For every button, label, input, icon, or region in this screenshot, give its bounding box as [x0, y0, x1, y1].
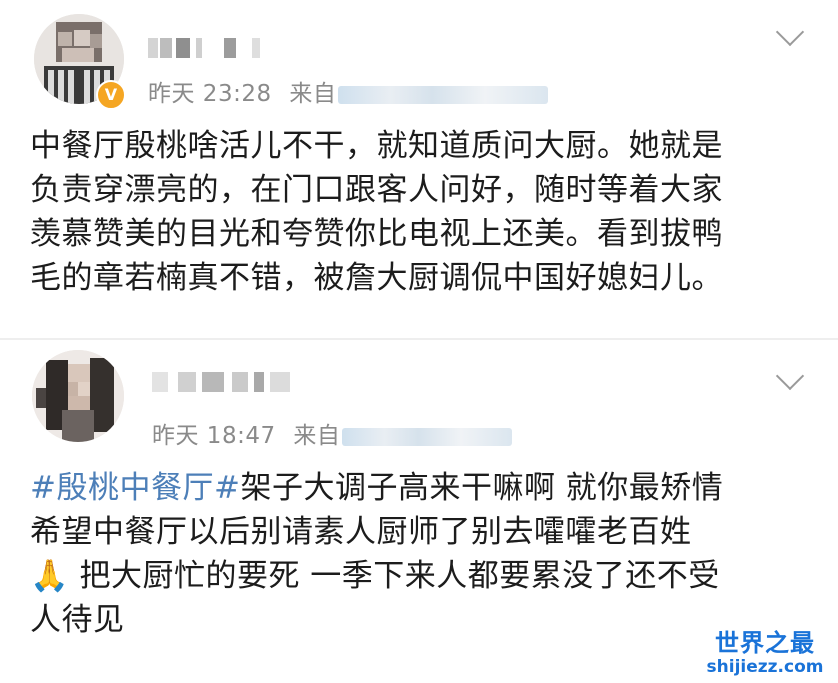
watermark-url: shijiezz.com — [706, 657, 824, 677]
post-meta: 昨天 18:47 来自 — [152, 416, 513, 450]
verified-badge-icon: V — [96, 80, 126, 110]
post-content: #殷桃中餐厅#架子大调子高来干嘛啊 就你最矫情 希望中餐厅以后别请素人厨师了别去… — [30, 466, 810, 642]
source-label: 来自 — [289, 81, 337, 107]
post-meta: 昨天 23:28 来自 — [148, 74, 549, 108]
watermark-title: 世界之最 — [715, 629, 815, 657]
username-redacted[interactable] — [148, 38, 288, 58]
hashtag-link[interactable]: #殷桃中餐厅# — [30, 470, 240, 506]
avatar-image — [32, 350, 124, 442]
avatar[interactable] — [32, 350, 124, 442]
source-label: 来自 — [293, 423, 341, 449]
chevron-down-icon[interactable] — [775, 361, 805, 391]
post-time: 昨天 23:28 — [148, 81, 272, 107]
source-redacted[interactable] — [338, 85, 549, 104]
username-redacted[interactable] — [152, 372, 302, 392]
post-content: 中餐厅殷桃啥活儿不干，就知道质问大厨。她就是 负责穿漂亮的，在门口跟客人问好，随… — [30, 128, 723, 296]
source-redacted[interactable] — [342, 427, 513, 446]
site-watermark: 世界之最 shijiezz.com — [700, 629, 830, 677]
weibo-post: V 昨天 23:28 来自 中餐厅殷桃啥活儿不干，就知道质问大厨。她就是 负责穿… — [0, 0, 838, 340]
chevron-down-icon[interactable] — [775, 17, 805, 47]
post-time: 昨天 18:47 — [152, 423, 276, 449]
